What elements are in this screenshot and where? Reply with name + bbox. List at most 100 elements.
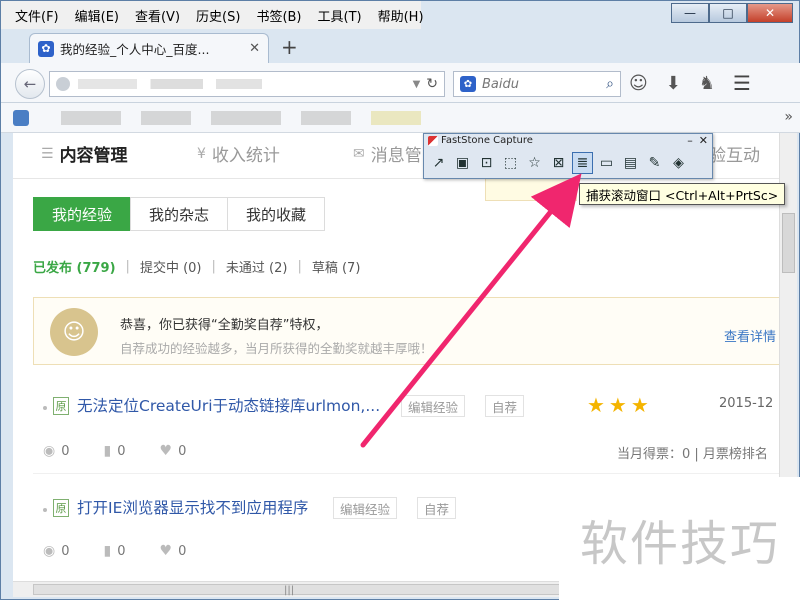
notice-title: 恭喜，你已获得“全勤奖自荐”特权， <box>120 318 329 333</box>
screen-recorder-icon[interactable]: ▤ <box>620 152 641 174</box>
faststone-close-icon[interactable]: ✕ <box>699 134 708 147</box>
menu-bookmarks[interactable]: 书签(B) <box>248 6 309 25</box>
bullet-dot <box>43 508 47 512</box>
tab-close-icon[interactable]: ✕ <box>249 41 260 56</box>
item-stats: ◉ 0 ▮ 0 ♥ 0 <box>43 443 186 459</box>
status-filters: 已发布 (779) | 提交中 (0) | 未通过 (2) | 草稿 (7) <box>33 257 370 276</box>
toolbar-tooltip: 捕获滚动窗口 <Ctrl+Alt+PrtSc> <box>579 183 786 205</box>
blurred-bookmark[interactable] <box>141 111 191 125</box>
votes-count: 0 <box>117 543 126 559</box>
tab-label: 验互动 <box>709 146 760 166</box>
trophy-person-icon: ☺ <box>50 308 98 356</box>
url-bar[interactable]: ▼ ↻ <box>49 71 445 97</box>
capture-scrolling-window-icon[interactable]: ≣ <box>572 152 593 174</box>
sub-tabs: 我的经验 我的杂志 我的收藏 <box>33 197 326 231</box>
back-button[interactable]: ← <box>15 69 45 99</box>
filter-published[interactable]: 已发布 (779) <box>33 257 116 276</box>
new-tab-button[interactable]: + <box>281 35 298 59</box>
search-input[interactable]: Baidu <box>482 77 600 92</box>
scrollbar-thumb[interactable]: ||| <box>33 584 563 596</box>
output-palette-icon[interactable]: ✎ <box>644 152 665 174</box>
subtab-my-favorites[interactable]: 我的收藏 <box>227 197 326 231</box>
eye-icon: ◉ <box>43 543 56 559</box>
tab-label: 内容管理 <box>59 146 128 166</box>
likes-count: 0 <box>178 443 187 459</box>
tab-label: 收入统计 <box>211 146 280 166</box>
original-badge: 原 <box>53 397 69 415</box>
bookmark-icon[interactable] <box>13 110 29 126</box>
navigation-bar: ← ▼ ↻ ✿ Baidu ⌕ ☺ ⬇ ♞ ☰ <box>1 63 800 103</box>
capture-fullscreen-icon[interactable]: ⊠ <box>548 152 569 174</box>
blurred-bookmark[interactable] <box>61 111 121 125</box>
subtab-my-experience[interactable]: 我的经验 <box>33 197 132 231</box>
experience-title-link[interactable]: 无法定位CreateUri于动态链接库urlmon,... <box>77 394 380 416</box>
search-bar[interactable]: ✿ Baidu ⌕ <box>453 71 621 97</box>
menu-file[interactable]: 文件(F) <box>7 6 67 25</box>
menu-view[interactable]: 查看(V) <box>127 6 188 25</box>
menu-help[interactable]: 帮助(H) <box>370 6 432 25</box>
self-recommend-button[interactable]: 自荐 <box>417 497 457 519</box>
capture-active-window-icon[interactable]: ▣ <box>452 152 473 174</box>
blurred-bookmark[interactable] <box>371 111 421 125</box>
votes-stat: ▮ 0 <box>104 443 126 459</box>
faststone-minimize-icon[interactable]: – <box>687 134 693 147</box>
filter-submitting[interactable]: 提交中 (0) <box>140 257 202 276</box>
bookmarks-bar: » <box>1 103 800 133</box>
search-icon[interactable]: ⌕ <box>606 76 614 92</box>
edit-experience-button[interactable]: 编辑经验 <box>401 395 466 417</box>
capture-fixed-region-icon[interactable]: ▭ <box>596 152 617 174</box>
subtab-my-magazine[interactable]: 我的杂志 <box>130 197 229 231</box>
mail-icon: ✉ <box>353 145 365 162</box>
capture-window-object-icon[interactable]: ⊡ <box>476 152 497 174</box>
filter-drafts[interactable]: 草稿 (7) <box>312 257 361 276</box>
hamburger-menu-icon[interactable]: ☰ <box>733 71 751 95</box>
settings-tag-icon[interactable]: ◈ <box>668 152 689 174</box>
faststone-window-controls: – ✕ <box>687 134 708 147</box>
view-details-link[interactable]: 查看详情 <box>724 326 776 345</box>
addon-face-icon[interactable]: ☺ <box>629 73 648 94</box>
menu-edit[interactable]: 编辑(E) <box>67 6 127 25</box>
menu-tools[interactable]: 工具(T) <box>310 6 370 25</box>
open-file-icon[interactable]: ↗ <box>428 152 449 174</box>
grip-icon: ||| <box>284 585 295 596</box>
blurred-bookmark[interactable] <box>211 111 281 125</box>
filter-rejected[interactable]: 未通过 (2) <box>226 257 288 276</box>
views-count: 0 <box>61 443 70 459</box>
filter-separator: | <box>125 259 130 274</box>
download-icon[interactable]: ⬇ <box>666 73 681 94</box>
capture-rectangle-icon[interactable]: ⬚ <box>500 152 521 174</box>
tab-title: 我的经验_个人中心_百度... <box>60 42 210 57</box>
faststone-tools: ↗ ▣ ⊡ ⬚ ☆ ⊠ ≣ ▭ ▤ ✎ ◈ <box>428 152 689 174</box>
tab-interaction[interactable]: 验互动 <box>709 141 760 166</box>
scrollbar-thumb[interactable] <box>782 213 795 273</box>
votes-count: 0 <box>117 443 126 459</box>
maximize-button[interactable]: □ <box>709 3 747 23</box>
tab-content-management[interactable]: ☰ 内容管理 <box>41 141 128 167</box>
award-notice: ☺ 恭喜，你已获得“全勤奖自荐”特权， 自荐成功的经验越多，当月所获得的全勤奖就… <box>33 297 779 365</box>
watermark: 软件技巧 <box>559 477 800 600</box>
edit-experience-button[interactable]: 编辑经验 <box>333 497 398 519</box>
list-icon: ☰ <box>41 145 54 162</box>
chevron-more-icon[interactable]: » <box>784 109 793 125</box>
tab-messages[interactable]: ✉ 消息管 <box>353 141 422 167</box>
blurred-bookmark[interactable] <box>301 111 351 125</box>
menu-history[interactable]: 历史(S) <box>188 6 248 25</box>
reload-icon[interactable]: ↻ <box>426 76 438 92</box>
close-window-button[interactable]: ✕ <box>747 3 793 23</box>
addon-bear-icon[interactable]: ♞ <box>699 73 715 94</box>
baidu-engine-icon[interactable]: ✿ <box>460 76 476 92</box>
minimize-button[interactable]: — <box>671 3 709 23</box>
browser-tab[interactable]: ✿ 我的经验_个人中心_百度... ✕ <box>29 33 269 63</box>
capture-freehand-icon[interactable]: ☆ <box>524 152 545 174</box>
heart-icon: ♥ <box>159 543 173 559</box>
self-recommend-button[interactable]: 自荐 <box>485 395 525 417</box>
dropdown-arrow-icon[interactable]: ▼ <box>413 79 421 90</box>
tab-income-stats[interactable]: ¥ 收入统计 <box>197 141 280 167</box>
baidu-paw-icon: ✿ <box>38 40 54 57</box>
experience-title-link[interactable]: 打开IE浏览器显示找不到应用程序 <box>77 496 308 518</box>
faststone-logo-icon <box>428 135 438 146</box>
bar-chart-icon: ▮ <box>103 543 112 559</box>
bullet-dot <box>43 406 47 410</box>
bar-chart-icon: ▮ <box>103 443 112 459</box>
heart-icon: ♥ <box>159 443 173 459</box>
